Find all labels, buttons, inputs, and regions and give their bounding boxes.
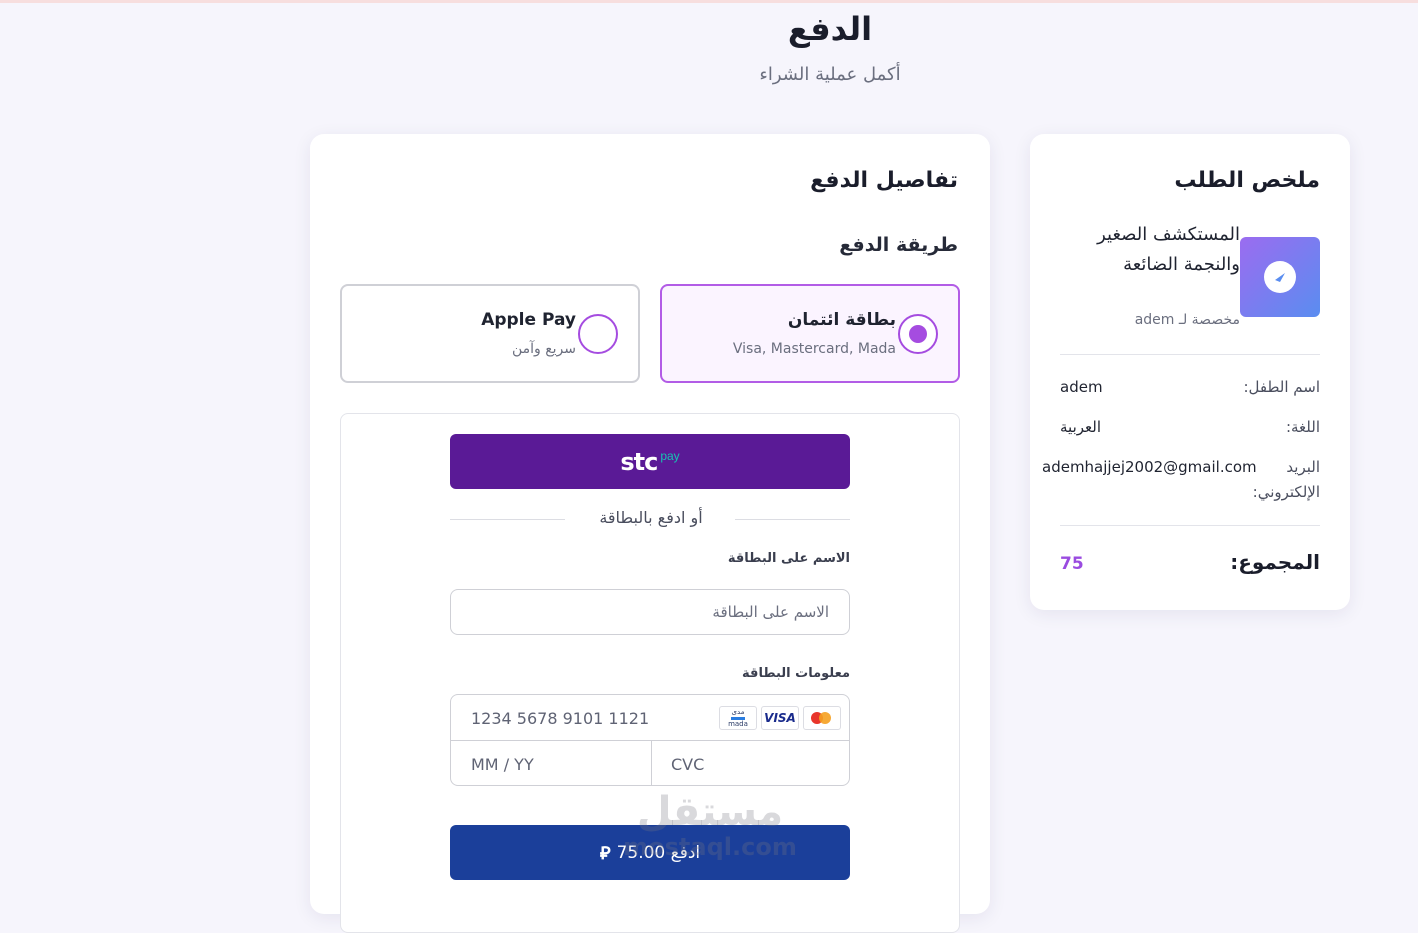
credit-card-option-desc: Visa, Mastercard, Mada (732, 341, 896, 357)
email-value: ademhajjej2002@gmail.com (1042, 458, 1257, 476)
page-subtitle: أكمل عملية الشراء (759, 64, 901, 85)
mada-sub: mada (728, 719, 748, 728)
visa-icon: VISA (761, 706, 799, 730)
total-value: 75 (1060, 554, 1084, 574)
apple-pay-option[interactable]: Apple Pay سريع وآمن (340, 284, 640, 383)
language-label: اللغة: (1285, 418, 1320, 436)
riyal-icon: ⃁ (599, 843, 611, 864)
visa-text: VISA (764, 711, 796, 725)
pay-button-label: ادفع 75.00 (616, 842, 701, 863)
mada-text: مدى (731, 707, 745, 716)
credit-card-option[interactable]: بطاقة ائتمان Visa, Mastercard, Mada (660, 284, 960, 383)
apple-pay-option-label: Apple Pay (481, 310, 576, 330)
pay-button[interactable]: ادفع 75.00 ⃁ (450, 825, 850, 880)
card-brand-icons: مدى mada VISA (719, 706, 841, 730)
card-expiry-cvc-row (451, 741, 849, 785)
payment-details-card: تفاصيل الدفع طريقة الدفع بطاقة ائتمان Vi… (310, 134, 990, 933)
page-title: الدفع (787, 10, 873, 48)
order-summary-title: ملخص الطلب (1174, 168, 1320, 193)
language-value: العربية (1060, 418, 1101, 436)
pay-with-card-divider: أو ادفع بالبطاقة (599, 508, 703, 527)
top-border (0, 0, 1418, 3)
credit-card-option-label: بطاقة ائتمان (787, 310, 896, 330)
product-title: المستكشف الصغير والنجمة الضائعة (1097, 224, 1240, 275)
compass-icon (1264, 261, 1296, 293)
credit-card-radio[interactable] (898, 314, 938, 354)
child-name-value: adem (1060, 378, 1103, 396)
card-payment-form: stc pay أو ادفع بالبطاقة الاسم على البطا… (340, 413, 960, 933)
card-info-label: معلومات البطاقة (742, 666, 850, 681)
expiry-input[interactable] (471, 751, 631, 777)
payment-method-heading: طريقة الدفع (839, 234, 958, 256)
apple-pay-option-desc: سريع وآمن (511, 341, 576, 357)
field-separator (651, 741, 652, 785)
order-summary-card: ملخص الطلب المستكشف الصغير والنجمة الضائ… (1030, 134, 1350, 610)
card-number-row: مدى mada VISA (451, 695, 849, 741)
child-name-label: اسم الطفل: (1243, 378, 1320, 396)
card-info-group: مدى mada VISA (450, 694, 850, 786)
stc-pay-suffix: pay (660, 448, 680, 463)
summary-divider (1060, 525, 1320, 526)
product-thumbnail (1240, 237, 1320, 317)
card-number-input[interactable] (471, 705, 711, 731)
product-personalized-for: مخصصة لـ adem (1134, 312, 1240, 328)
mada-icon: مدى mada (719, 706, 757, 730)
payment-details-title: تفاصيل الدفع (810, 168, 958, 193)
cvc-input[interactable] (671, 751, 831, 777)
cardholder-name-input[interactable] (450, 589, 850, 635)
mastercard-icon (803, 706, 841, 730)
stc-pay-button[interactable]: stc pay (450, 434, 850, 489)
divider-line-left (450, 519, 565, 520)
summary-divider (1060, 354, 1320, 355)
radio-selected-dot (909, 325, 927, 343)
apple-pay-radio[interactable] (578, 314, 618, 354)
cardholder-name-label: الاسم على البطاقة (727, 551, 850, 566)
total-label: المجموع: (1230, 550, 1320, 574)
stc-logo: stc (620, 447, 658, 476)
